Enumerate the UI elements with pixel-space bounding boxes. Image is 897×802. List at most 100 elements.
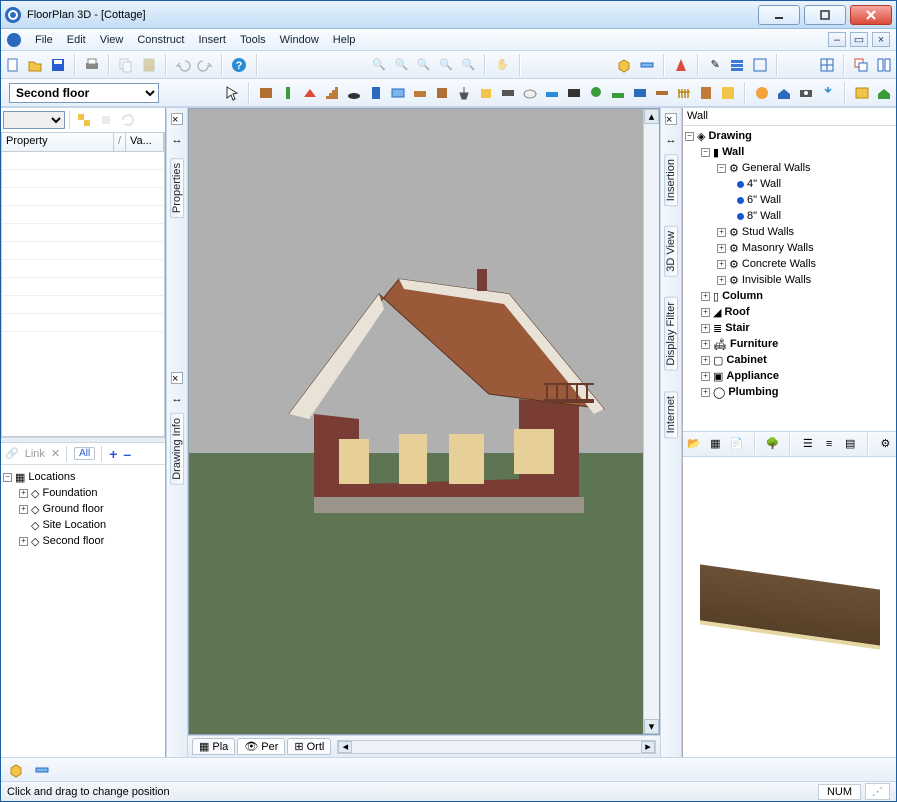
home-builder-icon[interactable]	[876, 84, 892, 102]
window-list-icon[interactable]	[752, 56, 768, 74]
expand-all-icon[interactable]: +	[109, 446, 117, 462]
mdi-close-button[interactable]: ×	[872, 32, 890, 47]
cat-masonry-walls[interactable]: +⚙Masonry Walls	[685, 240, 894, 256]
prop-col-value[interactable]: Va...	[126, 133, 164, 151]
prop-filter-select[interactable]	[3, 111, 65, 129]
locations-root[interactable]: −▦Locations	[3, 469, 163, 485]
tile-icon[interactable]	[876, 56, 892, 74]
menu-file[interactable]: File	[35, 34, 53, 46]
location-site[interactable]: ◇Site Location	[3, 517, 163, 533]
tab-display-filter[interactable]: Display Filter	[664, 297, 678, 371]
view-tab-perspective[interactable]: 👁Per	[237, 738, 285, 755]
pin-icon[interactable]: ×	[171, 113, 183, 125]
viewport-vscroll[interactable]: ▴ ▾	[643, 109, 659, 734]
collapse-all-icon[interactable]: –	[123, 446, 131, 462]
pointer-icon[interactable]	[224, 84, 240, 102]
box-icon[interactable]	[616, 56, 632, 74]
cat-open-icon[interactable]: 📂	[687, 435, 701, 453]
cabinet-icon[interactable]	[434, 84, 450, 102]
cat-wall[interactable]: −▮Wall	[685, 144, 894, 160]
menu-tools[interactable]: Tools	[240, 34, 266, 46]
menu-view[interactable]: View	[100, 34, 124, 46]
menu-window[interactable]: Window	[280, 34, 319, 46]
roof-icon[interactable]	[302, 84, 318, 102]
tab-insertion[interactable]: Insertion	[664, 154, 678, 206]
zoom-extents-icon[interactable]: 🔍	[438, 56, 454, 74]
arrows-icon[interactable]: ↔	[172, 393, 183, 405]
prop-expand-icon[interactable]	[75, 111, 93, 129]
deck-icon[interactable]	[566, 84, 582, 102]
cat-table-icon[interactable]: ▦	[709, 435, 722, 453]
prop-col-property[interactable]: Property	[2, 133, 114, 151]
status-resize-grip[interactable]: ⋰	[865, 783, 890, 800]
pool-icon[interactable]	[544, 84, 560, 102]
maximize-button[interactable]	[804, 5, 846, 25]
cat-plumbing[interactable]: +◯Plumbing	[685, 384, 894, 400]
open-icon[interactable]	[27, 56, 43, 74]
cat-invisible-walls[interactable]: +⚙Invisible Walls	[685, 272, 894, 288]
cat-detail-icon[interactable]: ≡	[822, 435, 835, 453]
grid-icon[interactable]	[819, 56, 835, 74]
pan-icon[interactable]: ✋	[494, 56, 510, 74]
cat-new-icon[interactable]: 📄	[730, 435, 744, 453]
floor-selector[interactable]: Second floor	[9, 83, 159, 103]
delete-link-icon[interactable]: ✕	[51, 447, 60, 460]
house-icon[interactable]	[776, 84, 792, 102]
cascade-icon[interactable]	[853, 56, 869, 74]
print-icon[interactable]	[84, 56, 100, 74]
edit-tool-icon[interactable]: ✎	[707, 56, 723, 74]
prop-grid[interactable]	[1, 152, 165, 437]
tab-3d-view[interactable]: 3D View	[664, 226, 678, 277]
pin-icon[interactable]: ×	[171, 372, 183, 384]
tab-properties[interactable]: Properties	[170, 158, 184, 218]
plant-icon[interactable]	[588, 84, 604, 102]
stair-icon[interactable]	[324, 84, 340, 102]
zoom-window-icon[interactable]: 🔍	[416, 56, 432, 74]
prop-collapse-icon[interactable]	[97, 111, 115, 129]
cone-icon[interactable]	[673, 56, 689, 74]
new-icon[interactable]	[5, 56, 21, 74]
location-second-floor[interactable]: +◇Second floor	[3, 533, 163, 549]
titlebar[interactable]: FloorPlan 3D - [Cottage]	[1, 1, 896, 29]
filter-all-chip[interactable]: All	[74, 447, 95, 460]
electronics-icon[interactable]	[500, 84, 516, 102]
minimize-button[interactable]	[758, 5, 800, 25]
curtain-icon[interactable]	[698, 84, 714, 102]
menu-help[interactable]: Help	[333, 34, 356, 46]
column-icon[interactable]	[280, 84, 296, 102]
window-icon[interactable]	[390, 84, 406, 102]
help-icon[interactable]: ?	[231, 56, 247, 74]
zoom-in-icon[interactable]: 🔍	[371, 56, 387, 74]
scroll-up-icon[interactable]: ▴	[644, 109, 659, 124]
cat-stair[interactable]: +≣Stair	[685, 320, 894, 336]
view-tab-plan[interactable]: ▦Pla	[192, 738, 235, 755]
catalog-tree[interactable]: −◈Drawing −▮Wall −⚙General Walls 4" Wall…	[683, 126, 896, 431]
plumbing-icon[interactable]	[522, 84, 538, 102]
menu-edit[interactable]: Edit	[67, 34, 86, 46]
zoom-out-icon[interactable]: 🔍	[393, 56, 409, 74]
cat-cabinet[interactable]: +▢Cabinet	[685, 352, 894, 368]
view-tab-ortho[interactable]: ⊞Ortl	[287, 738, 331, 755]
prop-reset-icon[interactable]	[119, 111, 137, 129]
appliance-icon[interactable]	[478, 84, 494, 102]
locations-tree[interactable]: −▦Locations +◇Foundation +◇Ground floor …	[1, 465, 165, 757]
location-ground-floor[interactable]: +◇Ground floor	[3, 501, 163, 517]
cat-pref-icon[interactable]: ⚙	[879, 435, 892, 453]
pin-icon[interactable]: ×	[665, 113, 677, 125]
materials-icon[interactable]	[854, 84, 870, 102]
fence-icon[interactable]	[676, 84, 692, 102]
arrows-icon[interactable]: ↔	[666, 134, 677, 146]
save-icon[interactable]	[50, 56, 66, 74]
arrows-icon[interactable]: ↔	[172, 134, 183, 146]
copy-icon[interactable]	[118, 56, 134, 74]
layers-icon[interactable]	[729, 56, 745, 74]
light-icon[interactable]	[820, 84, 836, 102]
cat-thumb-icon[interactable]: ▤	[844, 435, 857, 453]
mdi-restore-button[interactable]: ▭	[850, 32, 868, 47]
wall-4in[interactable]: 4" Wall	[685, 176, 894, 192]
cat-tree-icon[interactable]: 🌳	[766, 435, 780, 453]
paste-icon[interactable]	[140, 56, 156, 74]
zoom-prev-icon[interactable]: 🔍	[460, 56, 476, 74]
landscape-icon[interactable]	[346, 84, 362, 102]
close-button[interactable]	[850, 5, 892, 25]
